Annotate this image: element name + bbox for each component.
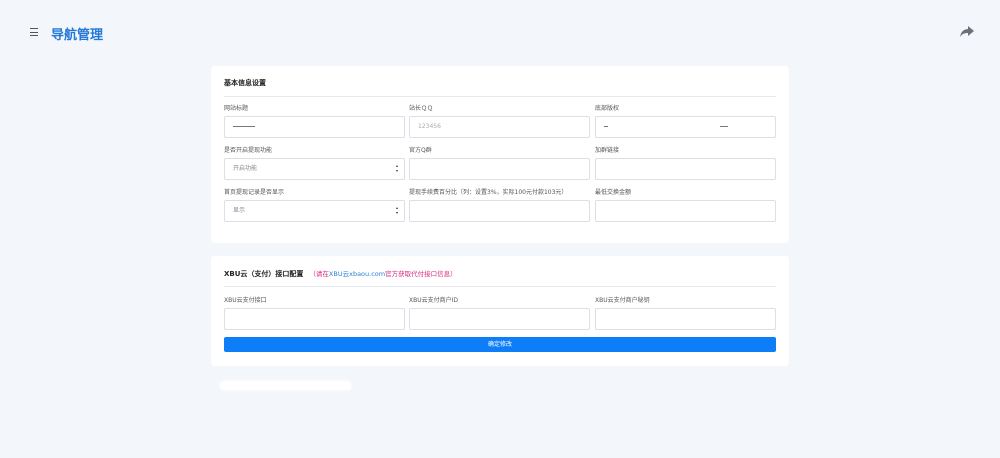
payment-note: （请在XBU云xbaou.com官方获取代付接口信息）: [309, 270, 456, 278]
owner-qq-input[interactable]: 123456: [409, 116, 590, 138]
field-label: 底部版权: [595, 105, 620, 112]
field-label: XBU云支付商户ID: [409, 297, 459, 304]
group-link-field: 加群链接: [595, 146, 776, 180]
merchant-id-field: XBU云支付商户ID: [409, 296, 590, 330]
payment-title: XBU云（支付）接口配置: [224, 270, 304, 278]
top-bar: 导航管理: [0, 0, 1000, 66]
field-label: XBU云支付接口: [224, 297, 267, 304]
field-label: 官方Q群: [409, 147, 432, 154]
merchant-key-field: XBU云支付商户秘钥: [595, 296, 776, 330]
pay-api-field: XBU云支付接口: [224, 296, 405, 330]
field-label: 首页提现记录是否显示: [224, 189, 285, 196]
copyright-field: 底部版权: [595, 104, 776, 138]
min-exchange-input[interactable]: [595, 200, 776, 222]
note-suffix: 官方获取代付接口信息）: [385, 270, 457, 278]
note-link[interactable]: XBU云xbaou.com: [329, 270, 385, 278]
page-title: 导航管理: [51, 28, 104, 43]
card-title: 基本信息设置: [224, 79, 266, 87]
withdraw-fee-field: 提现手续费百分比（列：设置3%，实际100元付款103元）: [409, 188, 590, 222]
card-header: 基本信息设置: [224, 66, 776, 97]
field-label: 是否开启提现功能: [224, 147, 273, 154]
site-title-input[interactable]: [224, 116, 405, 138]
field-label: 最低交换金额: [595, 189, 632, 196]
qq-group-field: 官方Q群: [409, 146, 590, 180]
card-header: XBU云（支付）接口配置 （请在XBU云xbaou.com官方获取代付接口信息）: [224, 256, 776, 287]
note-prefix: （请在: [309, 270, 329, 278]
site-title-field: 网站标题: [224, 104, 405, 138]
basic-settings-card: 基本信息设置 网站标题 站长ＱＱ 123456 底部版权 是否开启提现功能 开启…: [211, 66, 789, 243]
share-icon[interactable]: [960, 26, 974, 38]
owner-qq-field: 站长ＱＱ 123456: [409, 104, 590, 138]
pay-api-input[interactable]: [224, 308, 405, 330]
menu-icon[interactable]: [30, 28, 38, 36]
show-withdraw-log-field: 首页提现记录是否显示 显示: [224, 188, 405, 222]
submit-button[interactable]: 确定修改: [224, 337, 776, 352]
copyright-input[interactable]: [595, 116, 776, 138]
payment-config-card: XBU云（支付）接口配置 （请在XBU云xbaou.com官方获取代付接口信息） …: [211, 256, 789, 366]
field-label: 加群链接: [595, 147, 620, 154]
obscured-text: [233, 126, 255, 127]
field-label: 站长ＱＱ: [409, 105, 434, 112]
field-label: 提现手续费百分比（列：设置3%，实际100元付款103元）: [409, 189, 568, 196]
field-label: XBU云支付商户秘钥: [595, 297, 650, 304]
min-exchange-field: 最低交换金额: [595, 188, 776, 222]
withdraw-enable-field: 是否开启提现功能 开启功能: [224, 146, 405, 180]
group-link-input[interactable]: [595, 158, 776, 180]
withdraw-enable-select[interactable]: 开启功能: [224, 158, 405, 180]
footer-obscured: [220, 381, 351, 390]
qq-group-input[interactable]: [409, 158, 590, 180]
obscured-text: [604, 126, 608, 127]
merchant-key-input[interactable]: [595, 308, 776, 330]
card-title: XBU云（支付）接口配置 （请在XBU云xbaou.com官方获取代付接口信息）: [224, 268, 457, 279]
obscured-text: [720, 126, 728, 127]
withdraw-fee-input[interactable]: [409, 200, 590, 222]
show-withdraw-log-select[interactable]: 显示: [224, 200, 405, 222]
field-label: 网站标题: [224, 105, 249, 112]
merchant-id-input[interactable]: [409, 308, 590, 330]
